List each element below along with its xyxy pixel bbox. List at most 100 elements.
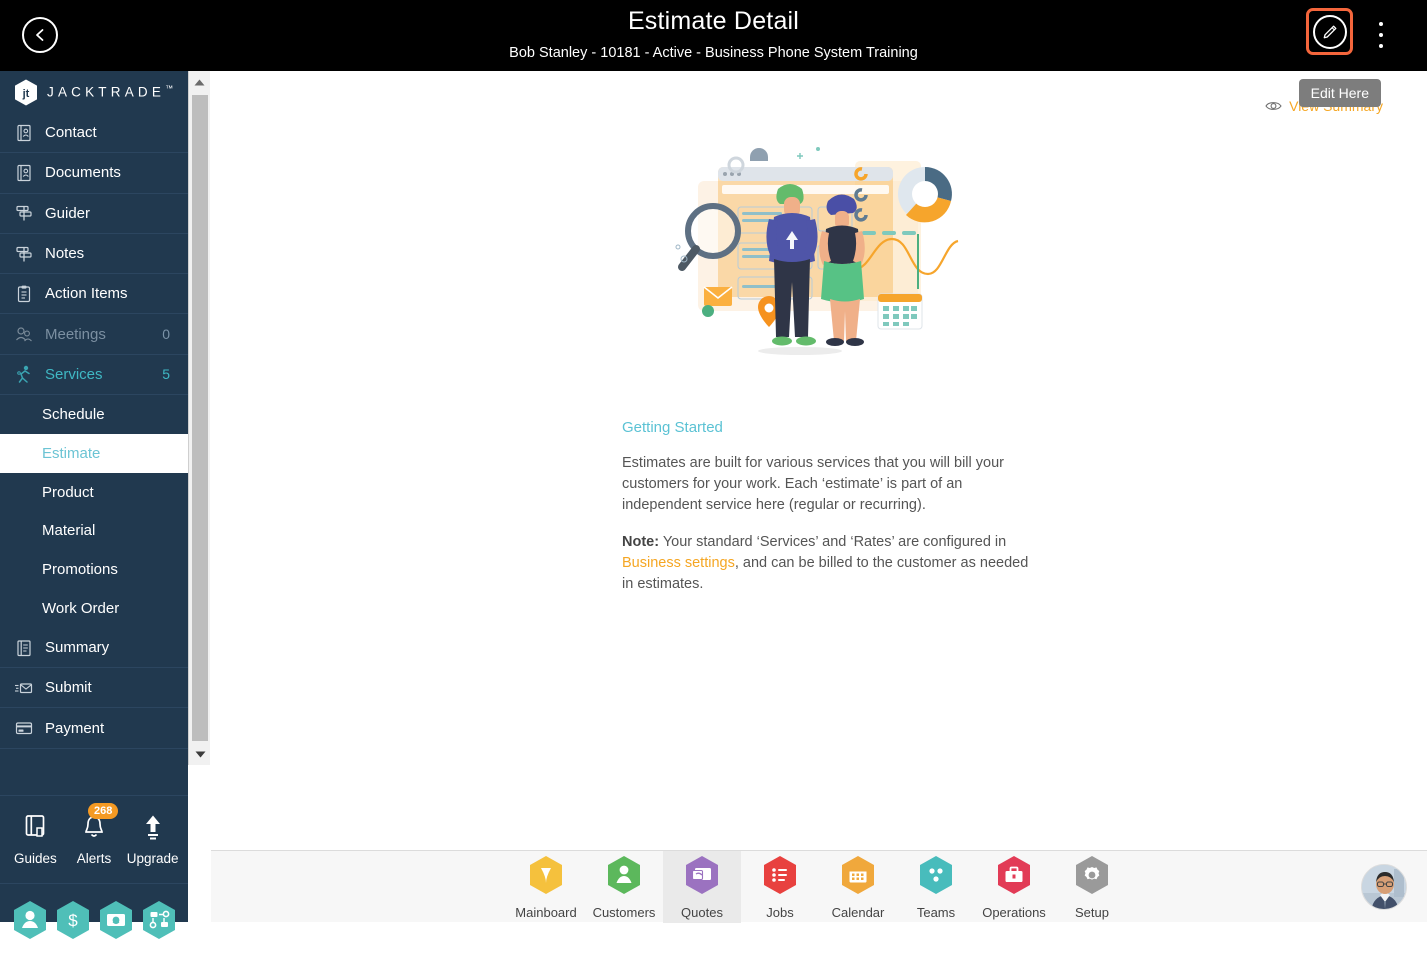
sidebar-item-label: Contact xyxy=(45,124,97,142)
sidebar-item-payment[interactable]: Payment xyxy=(0,708,188,749)
sidebar-subitem-promotions[interactable]: Promotions xyxy=(0,550,188,589)
money-hex-icon[interactable] xyxy=(98,900,134,940)
edit-button[interactable] xyxy=(1306,8,1353,55)
sidebar-footer-upgrade[interactable]: Upgrade xyxy=(124,814,182,866)
note-label: Note: xyxy=(622,534,660,550)
bottom-nav-label: Jobs xyxy=(766,904,794,920)
sidebar-item-documents[interactable]: Documents xyxy=(0,153,188,194)
back-button[interactable] xyxy=(22,17,58,53)
sidebar-subitem-label: Schedule xyxy=(42,405,105,423)
sidebar-footer-label: Guides xyxy=(13,850,57,866)
bottom-nav-label: Operations xyxy=(982,904,1046,920)
sidebar-item-notes[interactable]: Notes xyxy=(0,234,188,275)
signpost-icon xyxy=(14,203,34,223)
sidebar-item-services[interactable]: Services 5 xyxy=(0,355,188,396)
scroll-down-arrow-icon[interactable] xyxy=(189,743,211,765)
sidebar-nav-list: Contact Documents Guider Notes Action Items M… xyxy=(0,113,188,795)
address-book-icon xyxy=(14,163,34,183)
edit-here-tooltip: Edit Here xyxy=(1298,79,1381,107)
sidebar-item-guider[interactable]: Guider xyxy=(0,194,188,234)
sidebar: jt JACKTRADE™ Contact Documents Guider Note… xyxy=(0,71,188,939)
bottom-bar: Mainboard Customers Quotes Jobs Calendar Team… xyxy=(211,850,1427,923)
business-settings-link[interactable]: Business settings xyxy=(622,555,735,571)
address-book-icon xyxy=(14,123,34,143)
mainboard-hex-icon xyxy=(528,855,564,900)
header-center: Estimate Detail Bob Stanley - 10181 - Ac… xyxy=(0,0,1427,62)
note-text-before: Your standard ‘Services’ and ‘Rates’ are… xyxy=(659,534,1007,550)
intro-paragraph: Estimates are built for various services… xyxy=(622,455,1004,513)
bottom-nav-setup[interactable]: Setup xyxy=(1053,851,1131,923)
sidebar-item-label: Notes xyxy=(45,245,85,263)
sidebar-item-label: Guider xyxy=(45,204,91,222)
sidebar-scrollbar[interactable] xyxy=(188,71,210,765)
sidebar-subitem-label: Estimate xyxy=(42,444,101,462)
setup-hex-icon xyxy=(1074,855,1110,900)
sidebar-item-contact[interactable]: Contact xyxy=(0,113,188,154)
customers-hex-icon xyxy=(606,855,642,900)
sidebar-item-label: Services xyxy=(45,365,103,383)
bottom-nav-operations[interactable]: Operations xyxy=(975,851,1053,923)
book-icon xyxy=(14,638,34,658)
analytics-people-illustration xyxy=(670,139,970,369)
sidebar-subitem-schedule[interactable]: Schedule xyxy=(0,395,188,434)
sidebar-item-label: Documents xyxy=(45,164,121,182)
up-arrow-icon xyxy=(142,814,164,845)
main-content: View Summary Edit Here xyxy=(211,71,1427,850)
sidebar-item-label: Summary xyxy=(45,639,110,656)
signpost-icon xyxy=(14,244,34,264)
sidebar-footer-alerts[interactable]: 268 Alerts xyxy=(65,802,123,866)
calendar-hex-icon xyxy=(840,855,876,900)
bottom-nav-label: Customers xyxy=(592,904,656,920)
bottom-nav-jobs[interactable]: Jobs xyxy=(741,851,819,923)
avatar[interactable] xyxy=(1361,864,1407,910)
pencil-icon xyxy=(1312,14,1347,49)
sidebar-item-count: 0 xyxy=(162,326,170,343)
operations-hex-icon xyxy=(996,855,1032,900)
note-paragraph: Note: Your standard ‘Services’ and ‘Rate… xyxy=(622,532,1042,595)
sidebar-item-submit[interactable]: Submit xyxy=(0,668,188,709)
sidebar-subitem-work-order[interactable]: Work Order xyxy=(0,589,188,628)
jacktrade-hex-icon: jt xyxy=(14,79,38,106)
sidebar-subitem-estimate[interactable]: Estimate xyxy=(0,433,188,473)
teams-hex-icon xyxy=(918,855,954,900)
credit-card-icon xyxy=(14,718,34,738)
bottom-nav-teams[interactable]: Teams xyxy=(897,851,975,923)
chevron-left-icon xyxy=(33,28,47,42)
sidebar-item-label: Submit xyxy=(45,679,92,697)
guides-book-icon xyxy=(23,814,47,845)
svg-text:jt: jt xyxy=(22,88,30,100)
bottom-nav: Mainboard Customers Quotes Jobs Calendar Team… xyxy=(211,851,1427,923)
meetings-icon xyxy=(14,324,34,344)
sidebar-footer-guides[interactable]: Guides xyxy=(6,814,64,866)
kebab-menu-icon[interactable] xyxy=(1374,20,1388,50)
sidebar-item-meetings[interactable]: Meetings 0 xyxy=(0,314,188,355)
eye-icon xyxy=(1265,100,1282,112)
bottom-nav-mainboard[interactable]: Mainboard xyxy=(507,851,585,923)
sidebar-item-label: Payment xyxy=(45,719,105,737)
sidebar-item-action-items[interactable]: Action Items xyxy=(0,274,188,315)
sidebar-item-summary[interactable]: Summary xyxy=(0,628,188,669)
scrollbar-thumb[interactable] xyxy=(192,95,208,741)
person-hex-icon[interactable] xyxy=(12,900,48,940)
bottom-nav-customers[interactable]: Customers xyxy=(585,851,663,923)
brand-logo[interactable]: jt JACKTRADE™ xyxy=(0,71,188,113)
getting-started-panel: Getting Started Estimates are built for … xyxy=(622,419,1042,611)
jobs-hex-icon xyxy=(762,855,798,900)
svg-text:$: $ xyxy=(68,911,78,930)
bottom-nav-calendar[interactable]: Calendar xyxy=(819,851,897,923)
bottom-nav-label: Quotes xyxy=(681,904,723,920)
bottom-nav-quotes[interactable]: Quotes xyxy=(663,851,741,923)
bottom-nav-label: Teams xyxy=(916,904,956,920)
bottom-nav-label: Calendar xyxy=(831,904,885,920)
sidebar-quick-hex-row: $ xyxy=(0,883,188,955)
sidebar-subitem-product[interactable]: Product xyxy=(0,473,188,512)
sidebar-footer-actions: Guides 268 Alerts Upgrade xyxy=(0,795,188,883)
scroll-up-arrow-icon[interactable] xyxy=(189,71,210,93)
sidebar-subitem-material[interactable]: Material xyxy=(0,511,188,550)
envelope-send-icon xyxy=(14,678,34,698)
top-header-bar: Estimate Detail Bob Stanley - 10181 - Ac… xyxy=(0,0,1427,71)
quotes-hex-icon xyxy=(684,855,720,900)
dollar-hex-icon[interactable]: $ xyxy=(55,900,91,940)
sidebar-footer-label: Upgrade xyxy=(126,850,179,866)
workflow-hex-icon[interactable] xyxy=(141,900,177,940)
